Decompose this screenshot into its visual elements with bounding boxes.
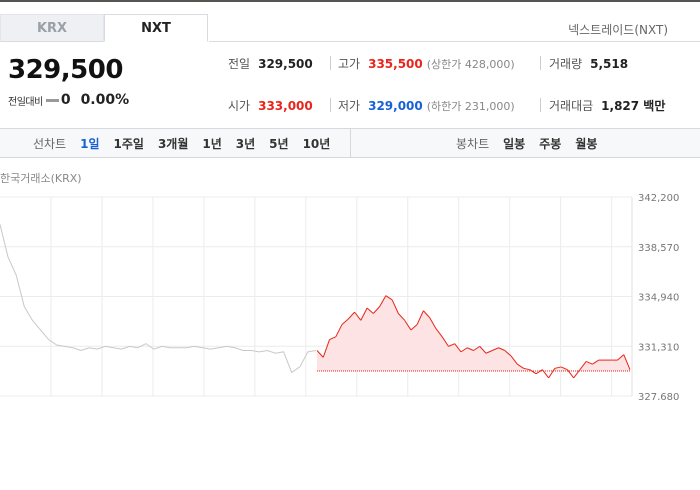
venue-link[interactable]: 넥스트레이드(NXT) (568, 21, 668, 38)
series-segment (529, 369, 537, 375)
period-3y[interactable]: 3년 (236, 135, 255, 152)
candle-chart-title: 봉차트 (456, 136, 490, 151)
candle-monthly[interactable]: 월봉 (575, 135, 597, 152)
stat-value: 329,000 (368, 98, 423, 113)
stat-high: 고가 335,500 (상한가 428,000) (338, 55, 515, 72)
change-value: 0 (60, 92, 71, 108)
stat-label: 전일 (228, 57, 251, 71)
stat-low: 저가 329,000 (하한가 231,000) (338, 97, 515, 114)
chart-source: 한국거래소(KRX) (0, 172, 82, 185)
chart-lines (0, 224, 631, 379)
y-tick-label: 338,570 (638, 243, 679, 254)
stat-value: 335,500 (368, 56, 423, 71)
period-3m[interactable]: 3개월 (158, 135, 188, 152)
divider (330, 98, 331, 112)
period-bar: 선차트 1일 1주일 3개월 1년 3년 5년 10년 봉차트 일봉 주봉 월봉 (0, 128, 700, 158)
chart-grid (0, 196, 633, 397)
y-tick-label: 342,200 (638, 193, 679, 204)
y-tick-label: 327,680 (638, 392, 679, 400)
candle-daily[interactable]: 일봉 (503, 135, 525, 152)
change-percent: 0.00% (80, 92, 130, 108)
stat-label: 거래량 (549, 57, 583, 71)
divider (540, 98, 541, 112)
divider (540, 56, 541, 70)
change-row: 전일대비 0 0.00% (8, 92, 129, 108)
period-5y[interactable]: 5년 (269, 135, 288, 152)
price-chart[interactable]: 342,200 338,570 334,940 331,310 327,680 (0, 185, 700, 400)
stat-sub: (하한가 231,000) (426, 99, 515, 113)
chart-fills (317, 295, 630, 372)
candle-weekly[interactable]: 주봉 (539, 135, 561, 152)
change-label: 전일대비 (8, 96, 43, 108)
tab-krx[interactable]: KRX (0, 14, 104, 42)
line-chart-title: 선차트 (33, 136, 67, 151)
stat-value: 5,518 (590, 56, 629, 71)
flat-icon (45, 98, 59, 102)
candle-chart-periods: 봉차트 일봉 주봉 월봉 (456, 129, 611, 157)
divider (330, 56, 331, 70)
fill-above-baseline (317, 295, 630, 372)
period-1w[interactable]: 1주일 (114, 135, 144, 152)
period-1y[interactable]: 1년 (202, 135, 221, 152)
y-tick-label: 331,310 (638, 342, 679, 353)
period-1d[interactable]: 1일 (80, 135, 99, 152)
stat-value: 333,000 (258, 98, 313, 113)
stat-amount: 거래대금 1,827 백만 (549, 97, 665, 114)
stat-label: 저가 (338, 99, 361, 113)
tab-nxt[interactable]: NXT (104, 14, 208, 42)
stat-label: 거래대금 (549, 99, 594, 113)
stat-value: 1,827 백만 (601, 99, 666, 113)
stat-sub: (상한가 428,000) (426, 57, 515, 71)
current-price: 329,500 (8, 55, 123, 85)
stat-prev-close: 전일 329,500 (228, 55, 313, 72)
period-10y[interactable]: 10년 (303, 135, 331, 152)
series-segment (535, 369, 543, 375)
y-tick-label: 334,940 (638, 293, 679, 304)
stat-volume: 거래량 5,518 (549, 55, 628, 72)
stat-label: 시가 (228, 99, 251, 113)
stat-value: 329,500 (258, 56, 313, 71)
top-border (0, 0, 700, 2)
period-divider (350, 129, 351, 157)
tab-divider (209, 41, 700, 42)
stat-label: 고가 (338, 57, 361, 71)
chart-ticks: 342,200 338,570 334,940 331,310 327,680 (638, 193, 679, 400)
stat-open: 시가 333,000 (228, 97, 313, 114)
market-tabs: KRX NXT (0, 14, 208, 42)
line-chart-periods: 선차트 1일 1주일 3개월 1년 3년 5년 10년 (33, 129, 344, 157)
